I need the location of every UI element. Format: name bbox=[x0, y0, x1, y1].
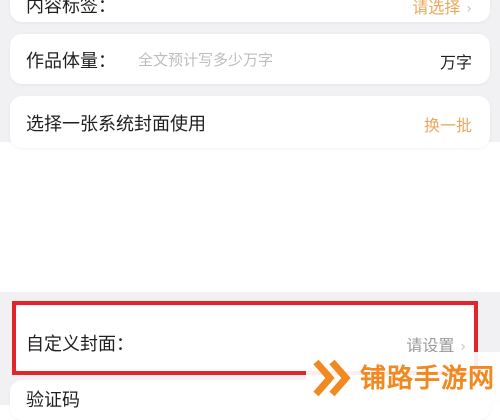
work-size-unit: 万字 bbox=[439, 53, 472, 72]
work-size-label: 作品体量： bbox=[26, 51, 116, 72]
system-cover-row: 选择一张系统封面使用 换一批 bbox=[10, 96, 490, 148]
work-size-input[interactable]: 全文预计写多少万字 bbox=[138, 49, 273, 70]
watermark: 铺路手游网 bbox=[306, 352, 500, 405]
content-tags-value-text: 请选择 bbox=[412, 0, 461, 17]
double-chevron-logo-icon bbox=[313, 359, 351, 397]
system-cover-label: 选择一张系统封面使用 bbox=[26, 114, 206, 135]
refresh-covers-button[interactable]: 换一批 bbox=[424, 112, 472, 136]
work-size-row: 作品体量： 全文预计写多少万字 万字 bbox=[10, 34, 490, 84]
watermark-text: 铺路手游网 bbox=[360, 364, 496, 394]
content-tags-label: 内容标签： bbox=[26, 0, 116, 17]
content-tags-value: 请选择 › bbox=[412, 0, 472, 18]
captcha-label: 验证码 bbox=[26, 390, 80, 411]
content-tags-row[interactable]: 内容标签： 请选择 › bbox=[10, 0, 490, 22]
chevron-right-icon: › bbox=[466, 1, 472, 17]
